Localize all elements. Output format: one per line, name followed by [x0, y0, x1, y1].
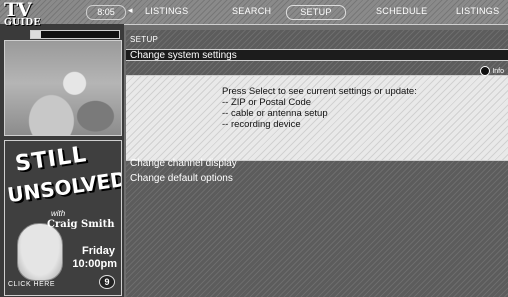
settings-panel: SETUP Change system settings Press Selec… — [126, 30, 508, 297]
tab-setup[interactable]: SETUP — [286, 5, 346, 20]
breadcrumb: SETUP — [130, 35, 159, 44]
left-panel: STILL UNSOLVED with Craig Smith Friday 1… — [0, 24, 124, 297]
promo-day: Friday — [81, 245, 115, 257]
click-here-link[interactable]: CLICK HERE — [8, 281, 55, 288]
info-line: -- recording device — [222, 119, 301, 130]
info-button[interactable]: Info — [480, 66, 504, 76]
promo-time: 10:00pm — [72, 258, 117, 270]
menu-item-change-default-options[interactable]: Change default options — [126, 173, 508, 185]
info-icon — [480, 66, 491, 76]
nav-divider — [60, 24, 508, 25]
top-nav-bar: TV GUIDE 8:05 ◂ LISTINGS SEARCH SETUP SC… — [0, 0, 508, 28]
promo-with-text: with — [51, 209, 66, 218]
promo-ad[interactable]: STILL UNSOLVED with Craig Smith Friday 1… — [4, 140, 122, 296]
current-time: 8:05 — [86, 5, 126, 20]
info-text-block: Press Select to see current settings or … — [222, 86, 417, 130]
promo-host-photo — [17, 223, 63, 281]
promo-title-still: STILL — [13, 142, 89, 177]
menu-item-change-channel-display[interactable]: Change channel display — [126, 158, 508, 170]
live-video-window[interactable] — [4, 40, 122, 136]
system-settings-info-box: Press Select to see current settings or … — [126, 75, 508, 161]
promo-host-name: Craig Smith — [47, 219, 115, 230]
info-line: -- cable or antenna setup — [222, 108, 328, 119]
tv-guide-logo: TV GUIDE — [4, 1, 58, 33]
tab-listings-right[interactable]: LISTINGS — [456, 5, 499, 18]
promo-channel-badge: 9 — [99, 275, 115, 289]
info-line: Press Select to see current settings or … — [222, 86, 417, 97]
menu-item-change-system-settings[interactable]: Change system settings — [126, 49, 508, 61]
tab-search[interactable]: SEARCH — [232, 5, 271, 18]
tab-listings[interactable]: LISTINGS — [145, 5, 188, 18]
logo-guide-text: GUIDE — [4, 18, 41, 28]
nav-left-arrow-icon[interactable]: ◂ — [128, 5, 133, 16]
info-line: -- ZIP or Postal Code — [222, 97, 312, 108]
info-label: Info — [492, 67, 504, 75]
tab-schedule[interactable]: SCHEDULE — [376, 5, 427, 18]
